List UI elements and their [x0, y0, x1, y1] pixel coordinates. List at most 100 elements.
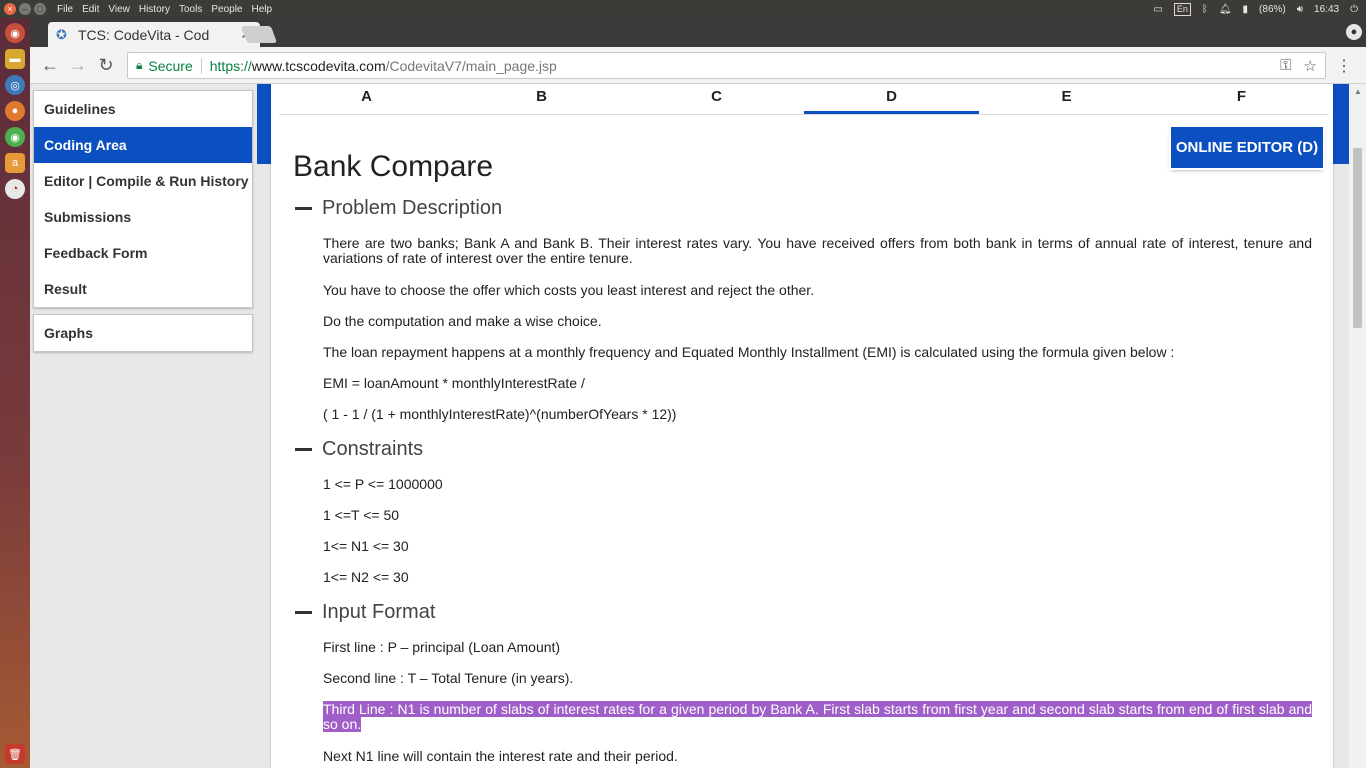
- tab-problem-c[interactable]: C: [629, 84, 804, 114]
- sidebar-item-coding-area[interactable]: Coding Area: [34, 127, 252, 163]
- files-icon[interactable]: ▬: [5, 49, 25, 69]
- tab-title: TCS: CodeVita - Cod: [78, 26, 210, 43]
- tab-problem-f[interactable]: F: [1154, 84, 1329, 114]
- window-maximize-icon[interactable]: □: [34, 3, 46, 15]
- disk-usage-icon[interactable]: ◔: [5, 179, 25, 199]
- menu-view[interactable]: View: [108, 4, 130, 15]
- online-editor-button[interactable]: ONLINE EDITOR (D): [1171, 127, 1323, 168]
- description-paragraph: Do the computation and make a wise choic…: [323, 313, 602, 329]
- content-frame-right-accent: [1333, 84, 1349, 164]
- software-center-icon[interactable]: a: [5, 153, 25, 173]
- browser-icon[interactable]: ◎: [5, 75, 25, 95]
- sidebar-item-result[interactable]: Result: [34, 271, 252, 307]
- volume-icon[interactable]: 🔊︎: [1297, 4, 1303, 15]
- emi-formula-line-2: ( 1 - 1 / (1 + monthlyInterestRate)^(num…: [323, 406, 677, 422]
- menu-file[interactable]: File: [57, 4, 73, 15]
- launcher: ◉ ▬ ◎ ● ◉ a ◔ 🗑︎: [0, 18, 30, 768]
- problem-title: Bank Compare: [293, 150, 494, 183]
- new-tab-button[interactable]: [240, 26, 278, 43]
- problem-panel: A B C D E F ONLINE EDITOR (D) Bank Compa…: [271, 84, 1333, 768]
- browser-tab[interactable]: ✪ TCS: CodeVita - Cod ✕: [48, 22, 260, 47]
- section-heading: Constraints: [322, 437, 424, 460]
- input-format-line-selected: Third Line : N1 is number of slabs of in…: [323, 701, 1312, 732]
- bookmark-star-icon[interactable]: ☆: [1304, 57, 1317, 75]
- browser-toolbar: ← → ↻ 🔒︎ Secure https:// www.tcscodevita…: [30, 47, 1366, 84]
- notification-bell-icon[interactable]: 🔔︎: [1219, 4, 1232, 15]
- tab-problem-d[interactable]: D: [804, 84, 979, 114]
- key-icon[interactable]: ⚿: [1280, 57, 1291, 75]
- sidebar-item-editor-history[interactable]: Editor | Compile & Run History: [34, 163, 252, 199]
- ubuntu-dash-icon[interactable]: ◉: [5, 23, 25, 43]
- omnibox-divider: [200, 57, 202, 74]
- window-controls: × – □: [4, 3, 50, 15]
- system-top-panel: × – □ File Edit View History Tools Peopl…: [0, 0, 1366, 18]
- browser-tab-bar: ✪ TCS: CodeVita - Cod ✕ ●: [30, 18, 1366, 47]
- power-icon[interactable]: ⏻: [1350, 4, 1358, 15]
- constraint-line: 1<= N1 <= 30: [323, 538, 409, 554]
- sidebar: Guidelines Coding Area Editor | Compile …: [33, 90, 253, 358]
- description-paragraph: You have to choose the offer which costs…: [323, 282, 815, 298]
- tab-problem-b[interactable]: B: [454, 84, 629, 114]
- lock-icon[interactable]: 🔒︎: [136, 58, 142, 73]
- section-problem-description[interactable]: Problem Description: [295, 195, 502, 221]
- firefox-icon[interactable]: ●: [5, 101, 25, 121]
- input-format-line: Second line : T – Total Tenure (in years…: [323, 670, 574, 686]
- section-heading: Problem Description: [322, 196, 503, 219]
- constraint-line: 1 <=T <= 50: [323, 507, 400, 523]
- display-icon[interactable]: ▭: [1153, 4, 1162, 15]
- section-input-format[interactable]: Input Format: [295, 599, 435, 625]
- selected-text: Third Line : N1 is number of slabs of in…: [323, 701, 1312, 732]
- problem-tabs: A B C D E F: [279, 84, 1329, 115]
- keyboard-layout[interactable]: En: [1173, 2, 1191, 16]
- secure-label[interactable]: Secure: [148, 58, 192, 74]
- trash-icon[interactable]: 🗑︎: [5, 744, 25, 764]
- scrollbar-thumb[interactable]: [1353, 148, 1362, 328]
- system-indicators: ▭ En ᛒ 🔔︎ ▮ (86%) 🔊︎ 16:43 ⏻: [1153, 2, 1358, 16]
- section-constraints[interactable]: Constraints: [295, 436, 423, 462]
- description-paragraph: There are two banks; Bank A and Bank B. …: [323, 235, 1312, 266]
- collapse-icon[interactable]: [295, 447, 312, 451]
- description-paragraph: The loan repayment happens at a monthly …: [323, 344, 1175, 360]
- section-heading: Input Format: [322, 600, 436, 623]
- sidebar-item-guidelines[interactable]: Guidelines: [34, 91, 252, 127]
- collapse-icon[interactable]: [295, 610, 312, 614]
- profile-icon[interactable]: ●: [1346, 24, 1362, 40]
- sidebar-item-feedback-form[interactable]: Feedback Form: [34, 235, 252, 271]
- sidebar-item-submissions[interactable]: Submissions: [34, 199, 252, 235]
- tcs-favicon-icon: ✪: [56, 26, 67, 42]
- clock[interactable]: 16:43: [1314, 4, 1339, 15]
- menu-tools[interactable]: Tools: [179, 4, 202, 15]
- sidebar-item-graphs[interactable]: Graphs: [34, 315, 252, 351]
- app-menu: File Edit View History Tools People Help: [57, 4, 272, 15]
- bluetooth-icon[interactable]: ᛒ: [1202, 4, 1208, 15]
- menu-help[interactable]: Help: [251, 4, 272, 15]
- forward-button[interactable]: →: [64, 55, 92, 76]
- url-host: www.tcscodevita.com: [251, 57, 386, 74]
- reload-button[interactable]: ↻: [92, 55, 120, 76]
- page-scrollbar[interactable]: ▲: [1349, 84, 1366, 768]
- window-minimize-icon[interactable]: –: [19, 3, 31, 15]
- sidebar-main-group: Guidelines Coding Area Editor | Compile …: [33, 90, 253, 308]
- battery-icon[interactable]: ▮: [1243, 4, 1249, 15]
- back-button[interactable]: ←: [36, 55, 64, 76]
- emi-formula-line-1: EMI = loanAmount * monthlyInterestRate /: [323, 375, 585, 391]
- address-bar[interactable]: 🔒︎ Secure https:// www.tcscodevita.com /…: [127, 52, 1326, 79]
- constraint-line: 1 <= P <= 1000000: [323, 476, 443, 492]
- scroll-up-icon[interactable]: ▲: [1354, 87, 1362, 96]
- browser-menu-icon[interactable]: ⋮: [1336, 56, 1352, 76]
- menu-people[interactable]: People: [211, 4, 242, 15]
- omnibox-actions: ⚿ ☆: [1280, 57, 1317, 75]
- url-path: /CodevitaV7/main_page.jsp: [385, 57, 557, 74]
- tab-problem-a[interactable]: A: [279, 84, 454, 114]
- collapse-icon[interactable]: [295, 206, 312, 210]
- battery-percent: (86%): [1259, 3, 1286, 15]
- constraint-line: 1<= N2 <= 30: [323, 569, 409, 585]
- url-scheme: https://: [209, 57, 252, 74]
- menu-history[interactable]: History: [139, 4, 170, 15]
- input-format-line: Next N1 line will contain the interest r…: [323, 748, 678, 764]
- menu-edit[interactable]: Edit: [82, 4, 99, 15]
- content-frame-left-accent: [257, 84, 271, 164]
- tab-problem-e[interactable]: E: [979, 84, 1154, 114]
- window-close-icon[interactable]: ×: [4, 3, 16, 15]
- chrome-icon[interactable]: ◉: [5, 127, 25, 147]
